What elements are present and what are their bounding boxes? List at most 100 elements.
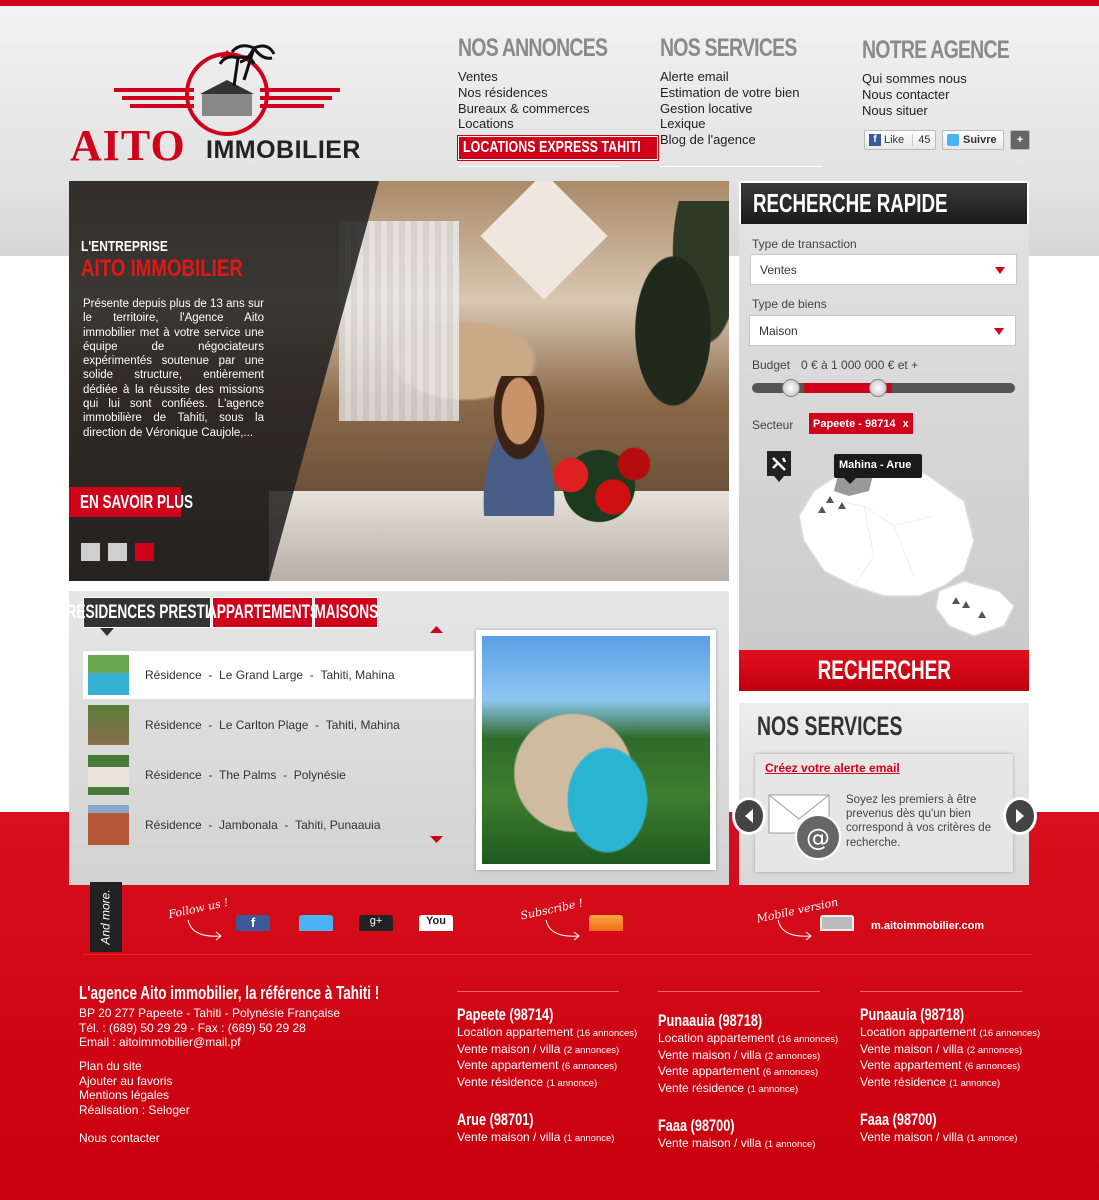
residence-thumbnail <box>88 755 129 795</box>
slider-dot-1[interactable] <box>81 543 100 561</box>
nav-link-situer[interactable]: Nous situer <box>862 103 1032 119</box>
rss-icon[interactable] <box>589 915 623 931</box>
services-prev-button[interactable] <box>732 797 766 835</box>
like-label: Like <box>884 134 905 146</box>
listing-link[interactable]: Location appartement (16 annonces) <box>860 1025 1060 1042</box>
nav-link-estimation[interactable]: Estimation de votre bien <box>660 85 830 101</box>
logo[interactable]: AITO IMMOBILIER <box>66 36 396 176</box>
listing-link[interactable]: Vente maison / villa (1 annonce) <box>860 1130 1060 1147</box>
services-next-button[interactable] <box>1003 797 1037 835</box>
budget-min-handle[interactable] <box>782 379 800 397</box>
listing-count: (2 annonces) <box>966 1044 1023 1056</box>
listing-link[interactable]: Vente maison / villa (2 annonces) <box>457 1042 657 1059</box>
footer-link-realisation[interactable]: Réalisation : Seloger <box>79 1103 190 1118</box>
city-title[interactable]: Faaa (98700) <box>658 1116 808 1136</box>
nav-link-locations[interactable]: Locations <box>458 116 628 132</box>
listing-label: Vente maison / villa <box>860 1130 964 1144</box>
city-title[interactable]: Punaauia (98718) <box>860 1005 1010 1025</box>
footer-link-mentions[interactable]: Mentions légales <box>79 1088 190 1103</box>
budget-max-handle[interactable] <box>869 379 887 397</box>
mobile-icon[interactable] <box>820 915 854 931</box>
listing-link[interactable]: Vente résidence (1 annonce) <box>860 1075 1060 1092</box>
listing-link[interactable]: Vente appartement (6 annonces) <box>658 1064 858 1081</box>
hero-title: AITO IMMOBILIER <box>81 255 243 282</box>
listing-count: (1 annonce) <box>747 1083 799 1095</box>
property-type-select[interactable]: Maison <box>749 315 1016 346</box>
listing-link[interactable]: Location appartement (16 annonces) <box>457 1025 657 1042</box>
tab-maisons[interactable]: MAISONS <box>314 597 378 628</box>
facebook-icon[interactable]: f <box>236 915 270 931</box>
nav-link-qui[interactable]: Qui sommes nous <box>862 71 1032 87</box>
scroll-down-icon[interactable] <box>430 836 443 843</box>
share-plus-button[interactable]: + <box>1010 130 1030 150</box>
listing-count: (1 annonce) <box>764 1139 816 1150</box>
search-button[interactable]: RECHERCHER <box>739 650 1029 691</box>
googleplus-icon[interactable]: g+ <box>359 915 393 931</box>
slider-dot-3[interactable] <box>135 543 154 561</box>
city-title[interactable]: Punaauia (98718) <box>658 1011 808 1031</box>
tab-appartements[interactable]: APPARTEMENTS <box>206 597 319 628</box>
list-item[interactable]: Résidence - The Palms - Polynésie <box>83 751 474 799</box>
search-title: RECHERCHE RAPIDE <box>753 188 948 218</box>
nav-link-contact[interactable]: Nous contacter <box>862 87 1032 103</box>
facebook-like-button[interactable]: f Like 45 <box>864 130 936 150</box>
listing-label: Vente appartement <box>860 1058 962 1072</box>
slider-dot-2[interactable] <box>108 543 127 561</box>
listing-link[interactable]: Vente résidence (1 annonce) <box>457 1075 657 1092</box>
residence-thumbnail <box>88 705 129 745</box>
footer-contact-link[interactable]: Nous contacter <box>79 1131 160 1146</box>
sector-tag[interactable]: Papeete - 98714 x <box>809 413 913 434</box>
tahiti-map[interactable] <box>764 446 1024 641</box>
tab-label: RÉSIDENCES PRESTIGE <box>66 601 228 623</box>
residence-type: Résidence <box>145 768 202 782</box>
en-savoir-plus-label: EN SAVOIR PLUS <box>80 491 194 512</box>
nav-link-bureaux[interactable]: Bureaux & commerces <box>458 101 628 117</box>
listing-link[interactable]: Vente résidence (1 annonce) <box>658 1081 858 1098</box>
listing-count: (1 annonce) <box>966 1133 1018 1144</box>
listing-count: (6 annonces) <box>964 1061 1021 1072</box>
email-line[interactable]: Email : aitoimmobilier@mail.pf <box>79 1035 340 1050</box>
listing-link[interactable]: Vente appartement (6 annonces) <box>860 1058 1060 1075</box>
locations-express-label: LOCATIONS EXPRESS TAHITI <box>463 139 641 157</box>
city-title[interactable]: Arue (98701) <box>457 1110 607 1130</box>
footer-title: L'agence Aito immobilier, la référence à… <box>79 983 380 1003</box>
tab-residences-prestige[interactable]: RÉSIDENCES PRESTIGE <box>66 597 228 628</box>
listing-count: (16 annonces) <box>777 1034 839 1045</box>
listing-link[interactable]: Vente appartement (6 annonces) <box>457 1058 657 1075</box>
list-item[interactable]: Résidence - Le Grand Large - Tahiti, Mah… <box>83 651 474 699</box>
nav-link-residences[interactable]: Nos résidences <box>458 85 628 101</box>
listing-link[interactable]: Vente maison / villa (1 annonce) <box>457 1130 657 1147</box>
locations-express-button[interactable]: LOCATIONS EXPRESS TAHITI <box>458 136 658 161</box>
city-title[interactable]: Papeete (98714) <box>457 1005 607 1025</box>
footer-divider <box>82 954 1032 955</box>
listing-link[interactable]: Location appartement (16 annonces) <box>658 1031 858 1048</box>
footer-column-rule <box>457 991 619 992</box>
transaction-select[interactable]: Ventes <box>750 254 1017 285</box>
nav-link-alerte[interactable]: Alerte email <box>660 69 830 85</box>
nav-link-ventes[interactable]: Ventes <box>458 69 628 85</box>
nav-divider <box>660 165 822 167</box>
footer-link-plan[interactable]: Plan du site <box>79 1059 190 1074</box>
nav-link-gestion[interactable]: Gestion locative <box>660 101 830 117</box>
list-item[interactable]: Résidence - Le Carlton Plage - Tahiti, M… <box>83 701 474 749</box>
en-savoir-plus-button[interactable]: EN SAVOIR PLUS <box>69 487 193 517</box>
mobile-site-link[interactable]: m.aitoimmobilier.com <box>871 920 984 932</box>
city-title[interactable]: Faaa (98700) <box>860 1110 1010 1130</box>
youtube-icon[interactable]: You <box>419 915 453 931</box>
plus-icon: + <box>1016 134 1024 146</box>
budget-slider[interactable] <box>752 379 1015 397</box>
nav-link-blog[interactable]: Blog de l'agence <box>660 132 830 148</box>
residence-photo[interactable] <box>476 630 716 870</box>
listing-link[interactable]: Vente maison / villa (1 annonce) <box>658 1136 858 1153</box>
list-item[interactable]: Résidence - Jambonala - Tahiti, Punaauia <box>83 801 474 849</box>
listing-link[interactable]: Vente maison / villa (2 annonces) <box>658 1048 858 1065</box>
email-alert-link[interactable]: Créez votre alerte email <box>765 761 900 775</box>
property-type-value: Maison <box>759 323 798 338</box>
twitter-follow-button[interactable]: Suivre <box>942 130 1004 150</box>
listing-link[interactable]: Vente maison / villa (2 annonces) <box>860 1042 1060 1059</box>
footer-link-favoris[interactable]: Ajouter au favoris <box>79 1074 190 1089</box>
twitter-icon[interactable] <box>299 915 333 931</box>
sector-remove-icon[interactable]: x <box>903 418 909 430</box>
nav-link-lexique[interactable]: Lexique <box>660 116 830 132</box>
scroll-up-icon[interactable] <box>430 626 443 633</box>
